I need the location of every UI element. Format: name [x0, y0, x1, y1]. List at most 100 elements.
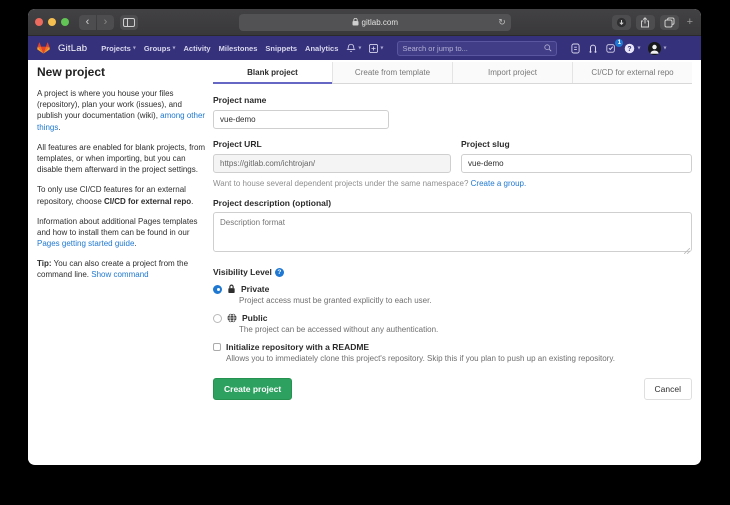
sidebar-paragraph: A project is where you house your files … — [37, 89, 206, 132]
public-radio[interactable] — [213, 313, 222, 323]
sidebar-paragraph: Tip: You can also create a project from … — [37, 259, 189, 280]
downloads-button[interactable] — [611, 14, 631, 30]
chevron-down-icon: ▾ — [172, 45, 176, 51]
new-menu-icon — [369, 43, 379, 53]
new-tab-button[interactable]: + — [684, 16, 694, 28]
visibility-help-icon[interactable]: ? — [274, 267, 284, 277]
page-content: New project A project is where you house… — [28, 60, 701, 464]
chevron-down-icon: ▾ — [380, 45, 384, 51]
search-input[interactable] — [402, 43, 545, 53]
tab-blank-project[interactable]: Blank project — [213, 62, 332, 84]
project-name-label: Project name — [213, 95, 267, 105]
project-description-textarea[interactable] — [213, 212, 692, 252]
chevron-down-icon: ▾ — [637, 45, 641, 51]
desktop-background: ‹ › gitlab.com ↻ + GitLab Projects ▾ Gro… — [0, 0, 730, 505]
chevron-down-icon: ▾ — [663, 45, 667, 51]
description-row: Project description (optional) — [213, 198, 692, 257]
lock-icon — [352, 18, 359, 26]
nav-link-groups[interactable]: Groups ▾ — [144, 44, 176, 53]
tab-overview-button[interactable] — [659, 14, 679, 30]
blank-project-form: Project name Project URL Project slug — [213, 84, 692, 400]
project-name-row: Project name — [213, 95, 692, 129]
minimize-window-button[interactable] — [48, 18, 56, 26]
new-menu[interactable]: ▾ — [369, 43, 384, 53]
brand-text[interactable]: GitLab — [58, 43, 87, 54]
create-group-link[interactable]: Create a group. — [471, 179, 527, 188]
sidebar-paragraph: To only use CI/CD features for an extern… — [37, 185, 194, 206]
nav-link-activity[interactable]: Activity — [184, 44, 211, 53]
address-bar[interactable]: gitlab.com ↻ — [238, 13, 511, 31]
tab-cicd-external-repo[interactable]: CI/CD for external repo — [572, 62, 692, 83]
issues-button[interactable] — [571, 43, 580, 54]
todo-count-badge: 1 — [615, 39, 624, 47]
pages-guide-link[interactable]: Pages getting started guide — [37, 239, 134, 248]
user-avatar — [648, 41, 662, 55]
tab-create-from-template[interactable]: Create from template — [332, 62, 452, 83]
private-description: Project access must be granted explicitl… — [239, 296, 432, 305]
chevron-down-icon: ▾ — [358, 45, 362, 51]
traffic-lights — [35, 18, 69, 26]
show-command-link[interactable]: Show command — [91, 270, 148, 279]
visibility-option-public[interactable]: Public — [213, 313, 692, 323]
visibility-level-label: Visibility Level — [213, 267, 272, 277]
chrome-right-buttons: + — [611, 14, 694, 30]
new-project-form-panel: Blank project Create from template Impor… — [213, 62, 692, 400]
address-text: gitlab.com — [361, 17, 399, 27]
namespace-hint: Want to house several dependent projects… — [213, 179, 527, 188]
gitlab-navbar: GitLab Projects ▾ Groups ▾ Activity Milest… — [28, 36, 701, 60]
readme-checkbox[interactable] — [213, 343, 221, 351]
forward-button[interactable]: › — [97, 14, 114, 30]
new-project-sidebar: New project A project is where you house… — [37, 65, 206, 290]
visibility-option-private[interactable]: Private — [213, 284, 692, 294]
svg-text:?: ? — [628, 45, 632, 52]
project-url-label: Project URL — [213, 139, 262, 149]
sidebar-icon — [123, 17, 135, 27]
create-project-button[interactable]: Create project — [213, 378, 293, 400]
browser-window: ‹ › gitlab.com ↻ + GitLab Projects ▾ Gro… — [28, 9, 701, 465]
bell-icon — [346, 43, 357, 53]
readme-section: Initialize repository with a README Allo… — [213, 342, 692, 363]
form-actions: Create project Cancel — [213, 378, 692, 400]
public-description: The project can be accessed without any … — [239, 325, 439, 334]
close-window-button[interactable] — [35, 18, 43, 26]
help-menu[interactable]: ? ▾ — [624, 43, 640, 54]
readme-label: Initialize repository with a README — [226, 342, 370, 352]
merge-requests-icon — [588, 43, 598, 54]
back-button[interactable]: ‹ — [79, 14, 96, 30]
issues-icon — [571, 43, 580, 54]
project-slug-label: Project slug — [461, 139, 510, 149]
cancel-button[interactable]: Cancel — [643, 378, 692, 400]
private-radio[interactable] — [213, 284, 222, 294]
history-nav-buttons: ‹ › — [79, 14, 114, 30]
search-icon — [544, 44, 552, 52]
lock-icon — [227, 284, 236, 294]
gitlab-logo-icon[interactable] — [37, 42, 50, 54]
page-title: New project — [37, 65, 106, 79]
project-slug-input[interactable] — [461, 154, 692, 173]
user-menu[interactable]: ▾ — [648, 41, 667, 55]
bell-menu[interactable]: ▾ — [346, 43, 361, 53]
todos-button[interactable]: 1 — [606, 39, 624, 53]
reload-button[interactable]: ↻ — [498, 17, 506, 28]
share-button[interactable] — [635, 14, 655, 30]
nav-link-milestones[interactable]: Milestones — [219, 44, 258, 53]
resize-grip-icon[interactable] — [684, 248, 690, 254]
nav-link-analytics[interactable]: Analytics — [305, 44, 338, 53]
sidebar-paragraph: Information about additional Pages templ… — [37, 216, 198, 249]
visibility-section: Visibility Level ? Private Project acces… — [213, 267, 692, 334]
project-type-tabs: Blank project Create from template Impor… — [213, 62, 692, 84]
url-slug-row: Project URL Project slug Want to house s… — [213, 139, 692, 188]
project-description-label: Project description (optional) — [213, 198, 332, 208]
zoom-window-button[interactable] — [61, 18, 69, 26]
nav-link-snippets[interactable]: Snippets — [265, 44, 297, 53]
readme-option[interactable]: Initialize repository with a README — [213, 342, 692, 352]
project-name-input[interactable] — [213, 110, 389, 129]
tab-import-project[interactable]: Import project — [452, 62, 572, 83]
sidebar-paragraph: All features are enabled for blank proje… — [37, 142, 206, 175]
help-icon: ? — [624, 43, 635, 54]
nav-link-projects[interactable]: Projects ▾ — [101, 44, 136, 53]
sidebar-toggle-button[interactable] — [120, 14, 138, 30]
navbar-search[interactable] — [397, 40, 558, 56]
merge-requests-button[interactable] — [588, 43, 598, 54]
project-url-input[interactable] — [213, 154, 451, 173]
